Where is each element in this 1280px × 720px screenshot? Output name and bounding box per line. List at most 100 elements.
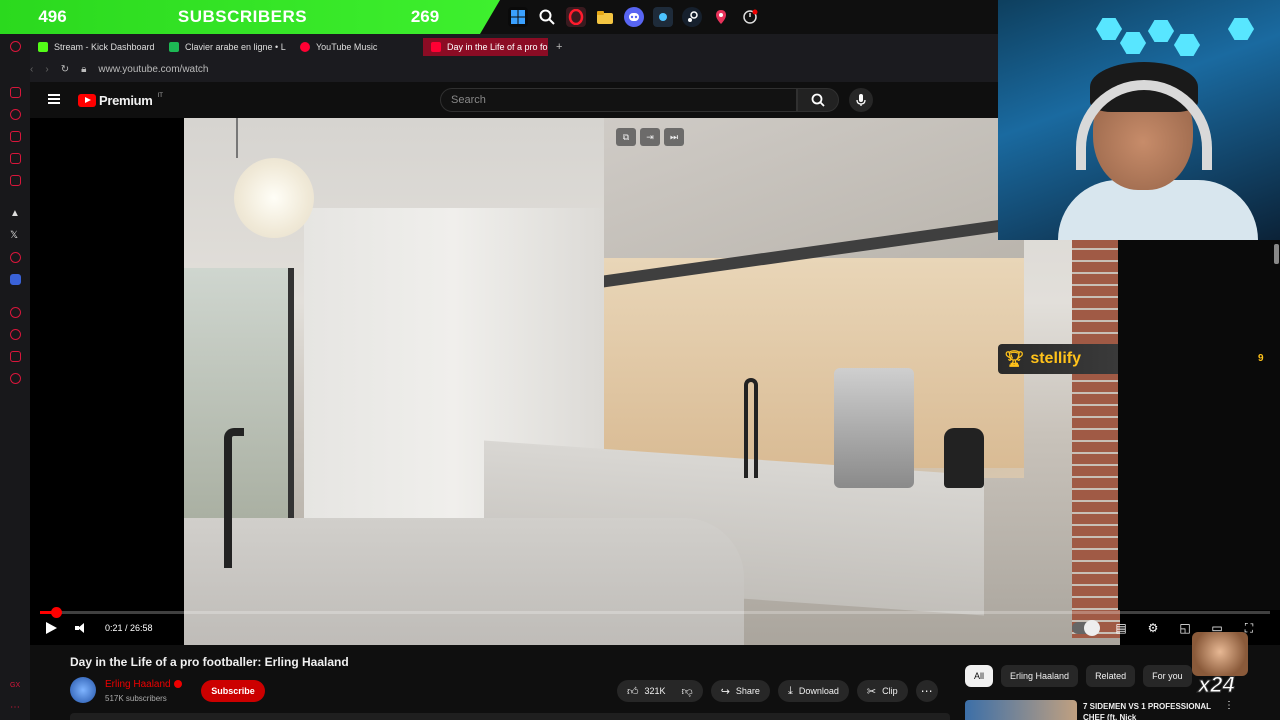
menu-icon[interactable] <box>48 94 60 104</box>
new-tab-button[interactable]: + <box>556 41 562 53</box>
tab-youtube-music[interactable]: YouTube Music <box>292 38 417 56</box>
thumbs-down-icon[interactable]: 👎︎ <box>682 685 693 698</box>
hex-light <box>1148 20 1174 42</box>
voice-search-button[interactable] <box>849 88 873 112</box>
maps-pin-icon[interactable] <box>711 7 731 27</box>
emote-multiplier: x24 <box>1198 672 1236 698</box>
tab-current-video[interactable]: Day in the Life of a pro fo <box>423 38 548 56</box>
lamp-cord <box>236 118 238 158</box>
sidebar-aria-icon[interactable] <box>10 87 21 98</box>
progress-scrubber[interactable] <box>50 607 62 618</box>
recommendation-thumbnail[interactable] <box>965 700 1077 720</box>
url-text[interactable]: www.youtube.com/watch <box>98 64 208 75</box>
sidebar-flow-icon[interactable] <box>10 109 21 120</box>
tab-strip: Stream - Kick Dashboard Clavier arabe en… <box>30 38 562 56</box>
forward-icon[interactable]: › <box>45 64 48 75</box>
folder-icon[interactable] <box>595 7 615 27</box>
sidebar-history-icon[interactable] <box>10 307 21 318</box>
channel-name[interactable]: Erling Haaland <box>105 679 182 690</box>
youtube-header: Premium IT Search <box>30 82 1000 118</box>
download-button[interactable]: ⤓ Download <box>777 680 849 702</box>
taskbar <box>508 3 760 31</box>
like-button[interactable]: 👍︎ 321K 👎︎ <box>617 680 703 702</box>
keyboard-site-icon <box>169 42 179 52</box>
youtube-play-icon <box>78 94 96 107</box>
chip-erling-haaland[interactable]: Erling Haaland <box>1001 665 1079 687</box>
video-actions: 👍︎ 321K 👎︎ ↪︎ Share ⤓ Download ✂︎ Clip ⋯ <box>617 680 938 702</box>
country-code: IT <box>157 93 163 99</box>
share-label: Share <box>735 686 760 696</box>
tab-clavier-arabe[interactable]: Clavier arabe en ligne • L <box>161 38 286 56</box>
sidebar-gx-icon[interactable]: GX <box>10 682 20 689</box>
sidebar-twitch-icon[interactable] <box>10 153 21 164</box>
download-label: Download <box>798 686 839 696</box>
miniplayer-icon[interactable]: ◱ <box>1176 620 1194 636</box>
description-box[interactable] <box>70 713 950 720</box>
tab-label: Stream - Kick Dashboard <box>54 42 155 52</box>
app-icon[interactable] <box>653 7 673 27</box>
chip-for-you[interactable]: For you <box>1143 665 1192 687</box>
subtitles-icon[interactable]: ▤ <box>1112 620 1130 636</box>
opera-icon[interactable] <box>566 7 586 27</box>
settings-gear-icon[interactable]: ⚙︎ <box>1144 620 1162 636</box>
time-display: 0:21 / 26:58 <box>105 623 153 633</box>
discord-icon[interactable] <box>624 7 644 27</box>
search-button[interactable] <box>797 88 839 112</box>
sidebar-clock-icon[interactable] <box>10 329 21 340</box>
search-icon[interactable] <box>537 7 557 27</box>
coffee-machine <box>834 368 914 488</box>
supporter-count: 9 <box>1258 353 1264 364</box>
hex-light <box>1096 18 1122 40</box>
share-button[interactable]: ↪︎ Share <box>710 680 770 702</box>
more-actions-button[interactable]: ⋯ <box>915 680 938 702</box>
brick-wall <box>1072 238 1120 638</box>
sidebar-extensions-icon[interactable] <box>10 351 21 362</box>
recommendation-title[interactable]: 7 SIDEMEN VS 1 PROFESSIONAL CHEF (ft. Ni… <box>1083 701 1223 720</box>
controls-left: 0:21 / 26:58 <box>46 622 153 634</box>
opera-logo-icon[interactable] <box>10 41 21 52</box>
play-icon[interactable] <box>46 622 57 634</box>
page-scrollbar[interactable] <box>1274 244 1279 264</box>
youtube-premium-logo[interactable]: Premium IT <box>78 93 163 108</box>
search-input[interactable]: Search <box>440 88 797 112</box>
address-bar[interactable]: ‹ › ↻ 🔒︎ www.youtube.com/watch <box>30 60 208 78</box>
back-icon[interactable]: ‹ <box>30 64 33 75</box>
sidebar-messenger-icon[interactable] <box>10 175 21 186</box>
subscriber-count: 517K subscribers <box>105 694 167 703</box>
share-icon: ↪︎ <box>720 685 730 698</box>
sidebar-app-icon[interactable]: ▲ <box>10 208 20 219</box>
trophy-icon: 🏆︎ <box>1004 351 1025 368</box>
youtube-icon <box>431 42 441 52</box>
verified-icon <box>173 680 182 689</box>
exit-icon[interactable]: ⇥ <box>640 128 660 146</box>
sidebar-more-icon[interactable]: ⋯ <box>10 702 20 713</box>
sidebar-x-icon[interactable]: 𝕏 <box>10 230 18 241</box>
clock-icon[interactable] <box>740 7 760 27</box>
sidebar-vpn-icon[interactable] <box>10 274 21 285</box>
recommendation-menu-icon[interactable]: ⋮ <box>1224 700 1234 711</box>
channel-avatar[interactable] <box>70 677 96 703</box>
sidebar-music-icon[interactable] <box>10 252 21 263</box>
sidebar-settings-icon[interactable] <box>10 373 21 384</box>
tab-kick-dashboard[interactable]: Stream - Kick Dashboard <box>30 38 155 56</box>
windows-icon[interactable] <box>508 7 528 27</box>
sidebar-games-icon[interactable] <box>10 131 21 142</box>
subscribe-button[interactable]: Subscribe <box>201 680 265 702</box>
top-supporter-badge: 🏆︎ stellify <box>998 344 1118 374</box>
video-popout-controls: ⧉ ⇥ ⏭︎ <box>616 128 684 146</box>
clip-button[interactable]: ✂︎ Clip <box>856 680 908 702</box>
microphone-icon <box>856 94 866 106</box>
thumbs-up-icon: 👍︎ <box>627 685 639 698</box>
chip-all[interactable]: All <box>965 665 994 687</box>
steam-icon[interactable] <box>682 7 702 27</box>
popout-icon[interactable]: ⧉ <box>616 128 636 146</box>
progress-bar[interactable] <box>40 607 1270 618</box>
chip-related[interactable]: Related <box>1086 665 1136 687</box>
video-title: Day in the Life of a pro footballer: Erl… <box>70 655 349 669</box>
reload-icon[interactable]: ↻ <box>61 64 69 75</box>
tab-label: YouTube Music <box>316 42 378 52</box>
skip-next-icon[interactable]: ⏭︎ <box>664 128 684 146</box>
autoplay-toggle[interactable] <box>1072 620 1100 636</box>
volume-icon[interactable] <box>75 623 87 633</box>
logo-text: Premium <box>99 93 153 108</box>
